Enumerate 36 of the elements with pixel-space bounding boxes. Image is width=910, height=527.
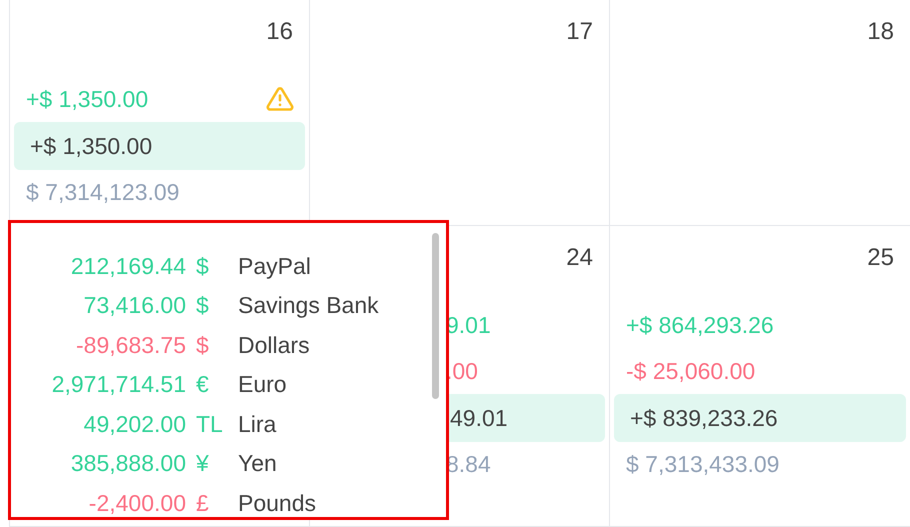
day-number: 17: [566, 17, 593, 47]
currency-symbol: €: [195, 370, 210, 399]
currency-symbol: $: [195, 291, 210, 320]
account-name[interactable]: Savings Bank: [238, 288, 379, 322]
account-balance: 212,169.44: [70, 252, 186, 280]
balance-amount: $ 7,313,433.09: [626, 450, 780, 479]
income-amount: +$ 864,293.26: [626, 310, 774, 340]
currency-symbol: $: [195, 252, 210, 280]
scrollbar-thumb[interactable]: [432, 233, 439, 399]
account-balance: 385,888.00: [70, 449, 186, 478]
account-balance: 73,416.00: [82, 291, 186, 320]
currency-symbol: $: [195, 330, 210, 360]
account-balance: 49,202.00: [82, 410, 186, 438]
day-number: 18: [867, 17, 894, 47]
account-balance: -2,400.00: [88, 488, 186, 518]
account-name[interactable]: Dollars: [238, 328, 310, 362]
day-number: 16: [266, 17, 293, 47]
account-name[interactable]: Euro: [238, 367, 287, 402]
expense-amount: -$ 25,060.00: [626, 356, 756, 386]
currency-symbol: TL: [195, 410, 224, 438]
day-total-bar: +$ 1,350.00: [14, 122, 305, 170]
day-total-bar: +$ 839,233.26: [614, 394, 906, 442]
currency-symbol: £: [195, 488, 210, 518]
day-number: 24: [566, 243, 593, 273]
account-balance: -89,683.75: [75, 330, 186, 360]
account-name[interactable]: Lira: [238, 406, 276, 441]
income-amount: +$ 1,350.00: [26, 84, 148, 114]
account-name[interactable]: Yen: [238, 446, 277, 480]
account-balance: 2,971,714.51: [50, 370, 186, 399]
account-name[interactable]: Pounds: [238, 486, 316, 520]
expense-amount: .00: [446, 356, 478, 386]
balance-amount: $ 7,314,123.09: [26, 178, 180, 207]
account-name[interactable]: PayPal: [238, 248, 311, 283]
day-number: 25: [867, 243, 894, 273]
warning-icon: [265, 85, 295, 113]
currency-symbol: ¥: [195, 449, 210, 478]
